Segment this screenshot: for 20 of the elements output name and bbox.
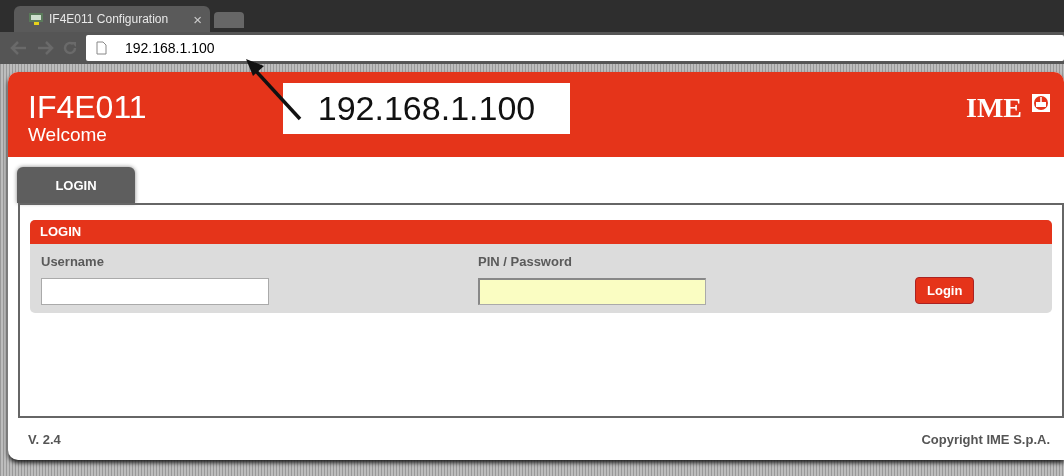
new-tab-button[interactable] xyxy=(214,12,244,28)
device-icon xyxy=(28,12,44,26)
version-text: V. 2.4 xyxy=(28,432,61,447)
panel-title: LOGIN xyxy=(30,220,1052,244)
username-field[interactable] xyxy=(41,278,269,305)
welcome-text: Welcome xyxy=(28,124,108,146)
copyright-text: Copyright IME S.p.A. xyxy=(921,432,1050,447)
logo-icon xyxy=(1032,94,1050,112)
close-icon[interactable]: × xyxy=(193,10,202,28)
logo-text: IME xyxy=(966,94,1022,122)
page-icon xyxy=(96,41,107,55)
login-tab[interactable]: LOGIN xyxy=(17,167,135,203)
field-label: Username xyxy=(41,254,105,269)
password-field[interactable] xyxy=(478,278,706,305)
browser-tab[interactable]: IF4E011 Configuration × xyxy=(14,6,210,32)
callout-label: 192.168.1.100 xyxy=(283,83,570,134)
address-bar[interactable]: 192.168.1.100 xyxy=(86,35,1064,61)
login-button[interactable]: Login xyxy=(915,277,975,304)
app-title: IF4E011 xyxy=(28,90,147,124)
field-label: PIN / Password xyxy=(478,254,573,269)
